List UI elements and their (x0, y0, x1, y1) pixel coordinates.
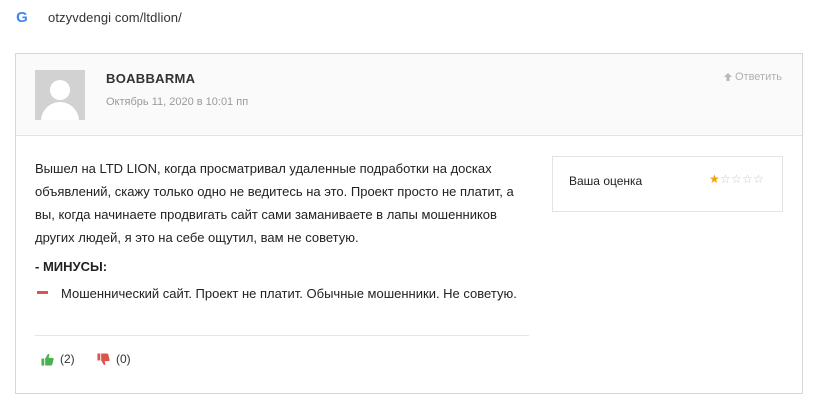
dislike-count: (0) (116, 352, 131, 366)
url-text[interactable]: otzyvdengi com/ltdlion/ (48, 10, 182, 25)
reply-button[interactable]: Ответить (723, 71, 782, 83)
like-button[interactable]: (2) (41, 352, 75, 366)
reply-label: Ответить (734, 71, 782, 83)
star-icon[interactable]: ★ (709, 172, 720, 186)
thumbs-up-icon (41, 353, 54, 366)
google-logo-icon: G (16, 8, 28, 26)
minus-title: - МИНУСЫ: (35, 259, 108, 274)
dislike-button[interactable]: (0) (97, 352, 131, 366)
comment-date: Октябрь 11, 2020 в 10:01 пп (106, 96, 249, 108)
star-icon[interactable]: ☆ (720, 172, 731, 186)
minus-marker-icon (37, 291, 48, 294)
thumbs-down-icon (97, 352, 110, 365)
star-rating[interactable]: ★ ☆ ☆ ☆ ☆ (709, 172, 764, 186)
like-count: (2) (60, 352, 75, 366)
star-icon[interactable]: ☆ (731, 172, 742, 186)
search-result-url[interactable]: G otzyvdengi com/ltdlion/ (14, 6, 182, 28)
comment-body: Вышел на LTD LION, когда просматривал уд… (35, 161, 514, 245)
comment-header: BOABBARMA Октябрь 11, 2020 в 10:01 пп От… (16, 54, 802, 136)
star-icon[interactable]: ☆ (753, 172, 764, 186)
divider (35, 335, 529, 336)
arrow-up-icon (723, 73, 732, 81)
comment-card: BOABBARMA Октябрь 11, 2020 в 10:01 пп От… (15, 53, 803, 394)
rating-label: Ваша оценка (569, 174, 643, 188)
user-placeholder-icon (35, 70, 85, 120)
minus-text: Мошеннический сайт. Проект не платит. Об… (61, 286, 517, 301)
comment-author: BOABBARMA (106, 71, 196, 86)
rating-box: Ваша оценка ★ ☆ ☆ ☆ ☆ (552, 156, 783, 212)
star-icon[interactable]: ☆ (742, 172, 753, 186)
